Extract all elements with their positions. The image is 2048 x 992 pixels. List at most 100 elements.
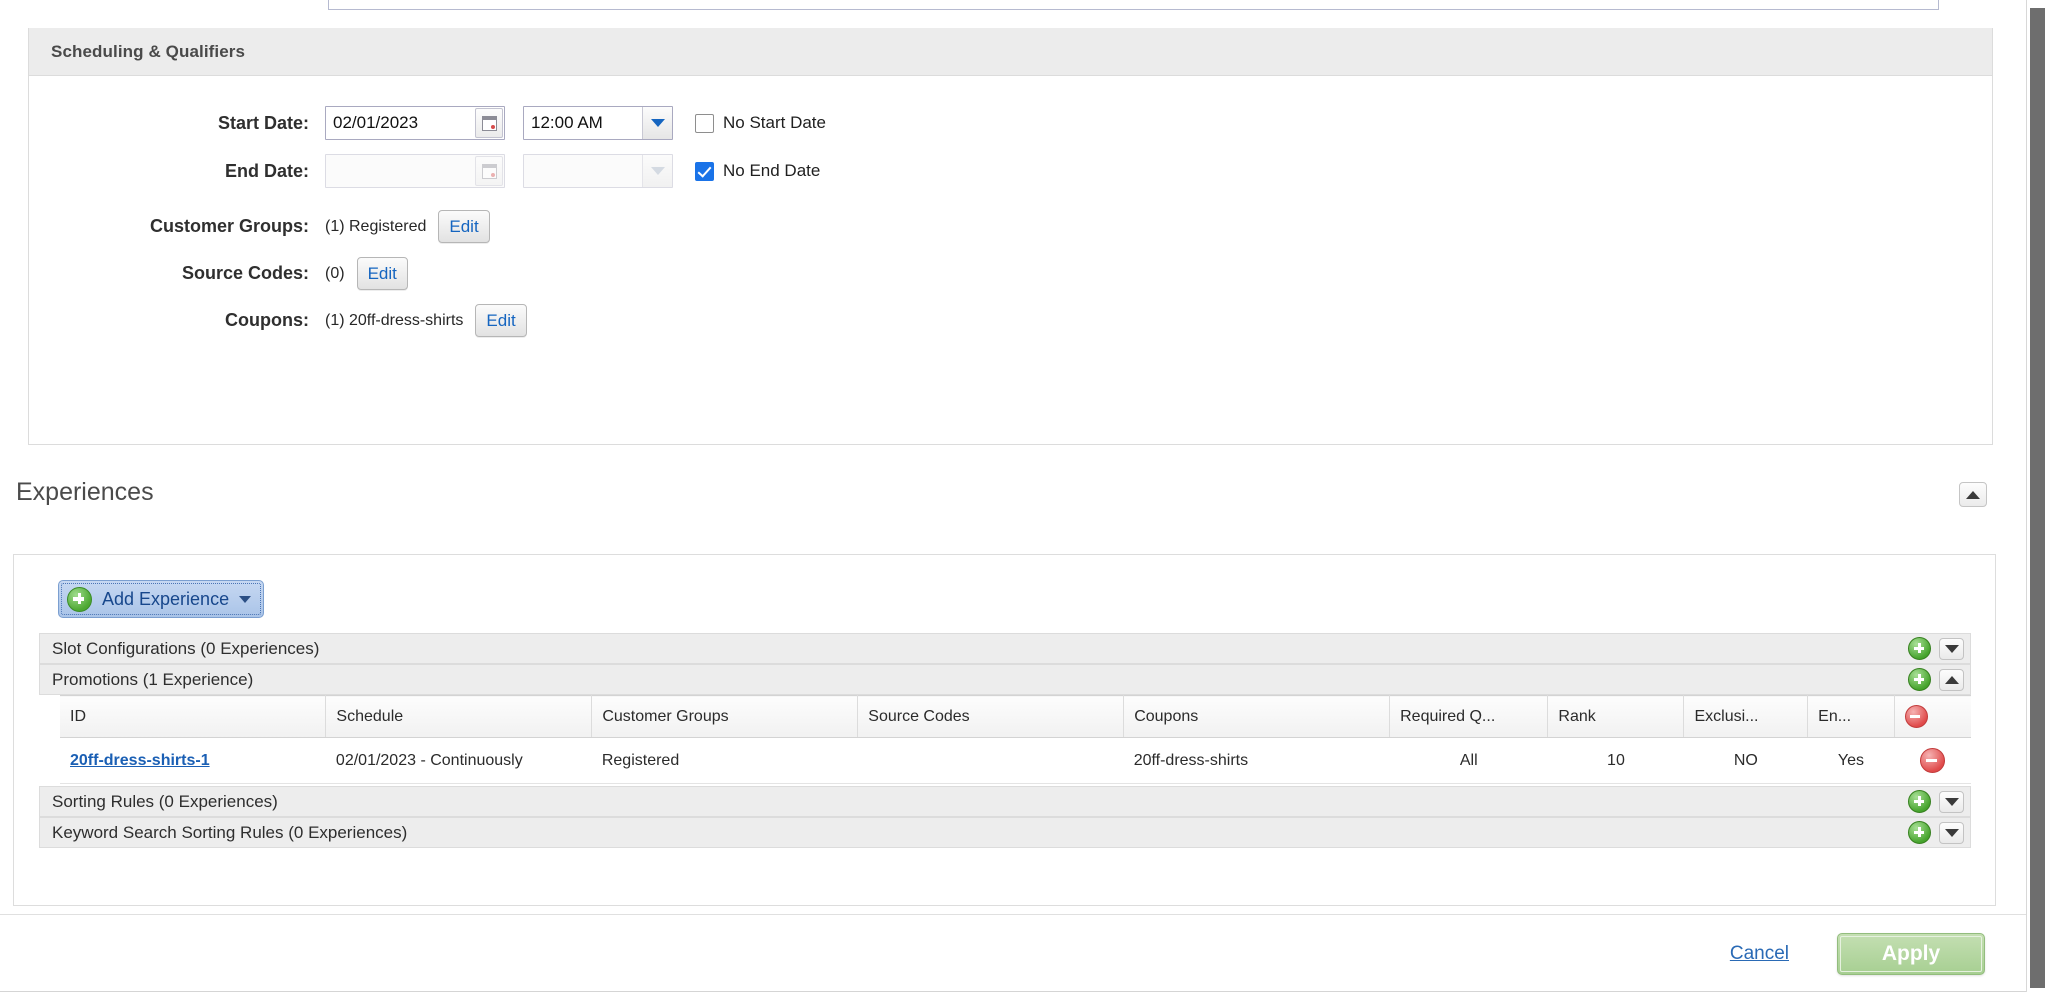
table-header-row: ID Schedule Customer Groups Source Codes… [60, 695, 1971, 738]
coupons-row: Coupons: (1) 20ff-dress-shirts Edit [29, 304, 1992, 337]
group-label: Keyword Search Sorting Rules (0 Experien… [52, 822, 408, 842]
chevron-down-icon [1944, 644, 1959, 653]
column-header-id[interactable]: ID [60, 695, 327, 738]
cell-exclusive: NO [1683, 737, 1808, 784]
group-expand-toggle[interactable] [1939, 790, 1964, 813]
no-start-date-checkbox[interactable] [695, 113, 714, 133]
add-experience-button[interactable]: Add Experience [58, 580, 265, 618]
chevron-down-icon [1944, 797, 1959, 806]
group-actions [1908, 668, 1970, 691]
customer-groups-label: Customer Groups: [149, 216, 309, 236]
chevron-down-icon [650, 119, 665, 127]
column-header-schedule[interactable]: Schedule [325, 695, 593, 738]
customer-groups-edit-button[interactable]: Edit [438, 210, 490, 243]
plus-circle-icon [67, 586, 92, 612]
column-header-enabled[interactable]: En... [1807, 695, 1895, 738]
group-collapse-toggle[interactable] [1939, 668, 1964, 691]
end-date-calendar-icon[interactable] [475, 156, 503, 186]
cell-id: 20ff-dress-shirts-1 [60, 737, 326, 784]
page-scrollbar[interactable] [2026, 0, 2048, 992]
truncated-text-field[interactable] [328, 0, 1939, 10]
group-row-keyword-search-sorting-rules[interactable]: Keyword Search Sorting Rules (0 Experien… [39, 817, 1971, 848]
scheduling-qualifiers-header: Scheduling & Qualifiers [29, 28, 1992, 76]
end-time-select-wrap [523, 154, 673, 188]
cell-source-codes [857, 737, 1124, 784]
end-date-row: End Date: No End Date [29, 154, 1992, 188]
start-time-dropdown-arrow[interactable] [642, 107, 672, 139]
no-start-date-group: No Start Date [695, 113, 826, 133]
remove-circle-icon[interactable] [1920, 748, 1946, 773]
calendar-icon [481, 115, 497, 131]
column-header-coupons[interactable]: Coupons [1123, 695, 1391, 738]
plus-circle-icon[interactable] [1908, 637, 1931, 660]
dialog-footer: Cancel Apply [0, 915, 2027, 992]
table-row[interactable]: 20ff-dress-shirts-1 02/01/2023 - Continu… [60, 737, 1971, 784]
source-codes-value: (0) [325, 264, 345, 282]
plus-circle-icon[interactable] [1908, 790, 1931, 813]
scheduling-qualifiers-panel: Scheduling & Qualifiers Start Date: 12:0… [28, 28, 1993, 445]
chevron-down-icon[interactable] [239, 595, 252, 603]
start-time-select-wrap: 12:00 AM [523, 106, 673, 140]
column-header-exclusive[interactable]: Exclusi... [1683, 695, 1809, 738]
chevron-down-icon [650, 167, 665, 175]
customer-groups-row: Customer Groups: (1) Registered Edit [29, 210, 1992, 243]
end-time-dropdown-arrow[interactable] [642, 155, 672, 187]
experience-id-link[interactable]: 20ff-dress-shirts-1 [70, 752, 210, 769]
coupons-edit-button[interactable]: Edit [475, 304, 527, 337]
coupons-label: Coupons: [225, 310, 309, 330]
group-expand-toggle[interactable] [1939, 821, 1964, 844]
column-header-required-qualifiers[interactable]: Required Q... [1389, 695, 1549, 738]
customer-groups-value: (1) Registered [325, 217, 427, 235]
group-row-sorting-rules[interactable]: Sorting Rules (0 Experiences) [39, 786, 1971, 817]
cell-schedule: 02/01/2023 - Continuously [325, 737, 592, 784]
column-header-source-codes[interactable]: Source Codes [857, 695, 1125, 738]
experiences-panel: Add Experience Slot Configurations (0 Ex… [13, 554, 1996, 906]
column-header-remove-all[interactable] [1894, 695, 1971, 738]
no-end-date-checkbox[interactable] [695, 161, 714, 181]
experiences-section-title: Experiences [16, 478, 154, 506]
end-date-label: End Date: [224, 160, 309, 181]
chevron-up-icon [1966, 490, 1980, 499]
cell-required-qualifiers: All [1389, 737, 1548, 784]
group-actions [1908, 790, 1970, 813]
column-header-rank[interactable]: Rank [1547, 695, 1685, 738]
cell-rank: 10 [1547, 737, 1684, 784]
no-end-date-label: No End Date [723, 161, 821, 180]
group-expand-toggle[interactable] [1939, 637, 1964, 660]
scheduling-form: Start Date: 12:00 AM No Start Date [29, 76, 1992, 337]
chevron-up-icon [1944, 675, 1959, 684]
group-label: Promotions (1 Experience) [52, 669, 254, 689]
cell-remove [1894, 737, 1971, 784]
group-label: Slot Configurations (0 Experiences) [52, 638, 320, 658]
experiences-table: ID Schedule Customer Groups Source Codes… [60, 695, 1971, 784]
group-actions [1908, 821, 1970, 844]
calendar-icon [481, 163, 497, 179]
group-label: Sorting Rules (0 Experiences) [52, 791, 278, 811]
remove-circle-icon[interactable] [1904, 705, 1928, 728]
experiences-collapse-button[interactable] [1959, 482, 1987, 507]
source-codes-label: Source Codes: [181, 263, 309, 283]
source-codes-edit-button[interactable]: Edit [356, 257, 408, 290]
start-date-row: Start Date: 12:00 AM No Start Date [29, 106, 1992, 140]
no-end-date-group: No End Date [695, 161, 820, 181]
panel-title: Scheduling & Qualifiers [51, 41, 246, 61]
end-date-field-wrap [325, 154, 505, 188]
group-row-promotions[interactable]: Promotions (1 Experience) [39, 664, 1971, 695]
no-start-date-label: No Start Date [723, 113, 826, 132]
coupons-value: (1) 20ff-dress-shirts [325, 311, 464, 329]
chevron-down-icon [1944, 828, 1959, 837]
group-actions [1908, 637, 1970, 660]
page-scrollbar-thumb[interactable] [2030, 8, 2045, 988]
plus-circle-icon[interactable] [1908, 668, 1931, 691]
cell-enabled: Yes [1807, 737, 1895, 784]
add-experience-label: Add Experience [102, 588, 230, 609]
start-date-calendar-icon[interactable] [475, 108, 503, 138]
cell-coupons: 20ff-dress-shirts [1123, 737, 1390, 784]
apply-button[interactable]: Apply [1837, 932, 1985, 975]
group-row-slot-configurations[interactable]: Slot Configurations (0 Experiences) [39, 633, 1971, 664]
plus-circle-icon[interactable] [1908, 821, 1931, 844]
source-codes-row: Source Codes: (0) Edit [29, 257, 1992, 290]
cancel-button[interactable]: Cancel [1730, 943, 1789, 965]
column-header-customer-groups[interactable]: Customer Groups [591, 695, 859, 738]
cell-customer-groups: Registered [591, 737, 858, 784]
